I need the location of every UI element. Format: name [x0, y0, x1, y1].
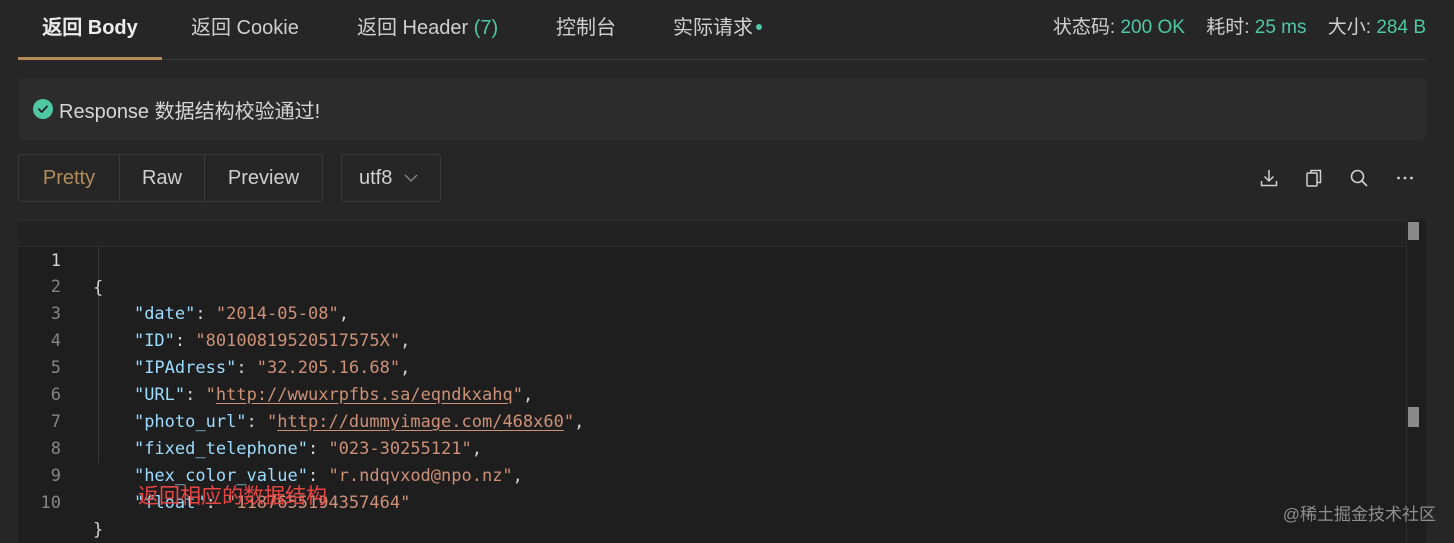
annotation-text: 返回相应的数据结构 [138, 484, 327, 508]
code-line: 9 "float": "1187655194357464" [18, 436, 1406, 513]
preview-label: Preview [227, 166, 300, 189]
pretty-button[interactable]: Pretty [19, 155, 120, 201]
size-label: 大小: [1327, 17, 1372, 38]
tab-cookie-label: 返回 Cookie [191, 17, 299, 39]
tab-console[interactable]: 控制台 [556, 0, 616, 60]
validation-message: Response 数据结构校验通过! [59, 100, 321, 123]
code-line: 1 { [18, 220, 1406, 298]
time-value: 25 ms [1254, 17, 1307, 38]
indicator-dot-icon [756, 24, 762, 31]
line-number: 10 [40, 493, 61, 513]
pretty-label: Pretty [42, 166, 96, 189]
chevron-down-icon [404, 174, 418, 182]
scrollbar-marker [1408, 407, 1419, 427]
tab-console-label: 控制台 [556, 17, 616, 39]
preview-button[interactable]: Preview [205, 155, 322, 201]
validation-banner: Response 数据结构校验通过! [18, 78, 1426, 140]
status-code-value: 200 OK [1120, 17, 1185, 38]
time-label: 耗时: [1206, 17, 1250, 38]
tab-header[interactable]: 返回 Header (7) [357, 0, 498, 60]
tab-actual-request[interactable]: 实际请求 [673, 0, 762, 60]
tab-header-count: (7) [473, 17, 499, 39]
search-icon[interactable] [1347, 166, 1371, 190]
download-icon[interactable] [1257, 166, 1281, 190]
code-line: 5 "URL": "http://wwuxrpfbs.sa/eqndkxahq"… [18, 328, 1406, 405]
tab-header-label: 返回 Header [357, 17, 469, 39]
response-status: 状态码: 200 OK 耗时: 25 ms 大小: 284 B [1053, 0, 1426, 56]
editor-scrollbar[interactable] [1406, 220, 1420, 543]
copy-icon[interactable] [1302, 166, 1326, 190]
close-brace: } [93, 520, 104, 540]
raw-label: Raw [141, 166, 182, 189]
tab-actual-request-label: 实际请求 [673, 17, 753, 39]
tab-cookie[interactable]: 返回 Cookie [191, 0, 299, 60]
response-body-editor[interactable]: 1 { 2 "date": "2014-05-08", 3 "ID": "801… [18, 220, 1426, 543]
size-value: 284 B [1376, 17, 1426, 38]
scrollbar-thumb[interactable] [1408, 222, 1419, 240]
tab-body[interactable]: 返回 Body [18, 0, 162, 60]
code-line: 7 "fixed_telephone": "023-30255121", [18, 382, 1406, 459]
code-line: 3 "ID": "80100819520517575X", [18, 274, 1406, 351]
status-code-label: 状态码: [1052, 17, 1116, 38]
code-line: 8 "hex_color_value": "r.ndqvxod@npo.nz", [18, 409, 1406, 486]
code-line: 6 "photo_url": "http://dummyimage.com/46… [18, 355, 1406, 432]
code-line: 4 "IPAdress": "32.205.16.68", [18, 301, 1406, 378]
encoding-value: utf8 [359, 166, 393, 189]
code-line: 2 "date": "2014-05-08", [18, 247, 1406, 324]
more-icon[interactable] [1393, 166, 1417, 190]
watermark: @稀土掘金技术社区 [1282, 505, 1436, 524]
encoding-select[interactable]: utf8 [341, 154, 441, 202]
tab-body-label: 返回 Body [42, 17, 138, 39]
view-mode-group: Pretty Raw Preview [18, 154, 323, 202]
check-circle-icon [33, 99, 53, 119]
raw-button[interactable]: Raw [120, 155, 205, 201]
